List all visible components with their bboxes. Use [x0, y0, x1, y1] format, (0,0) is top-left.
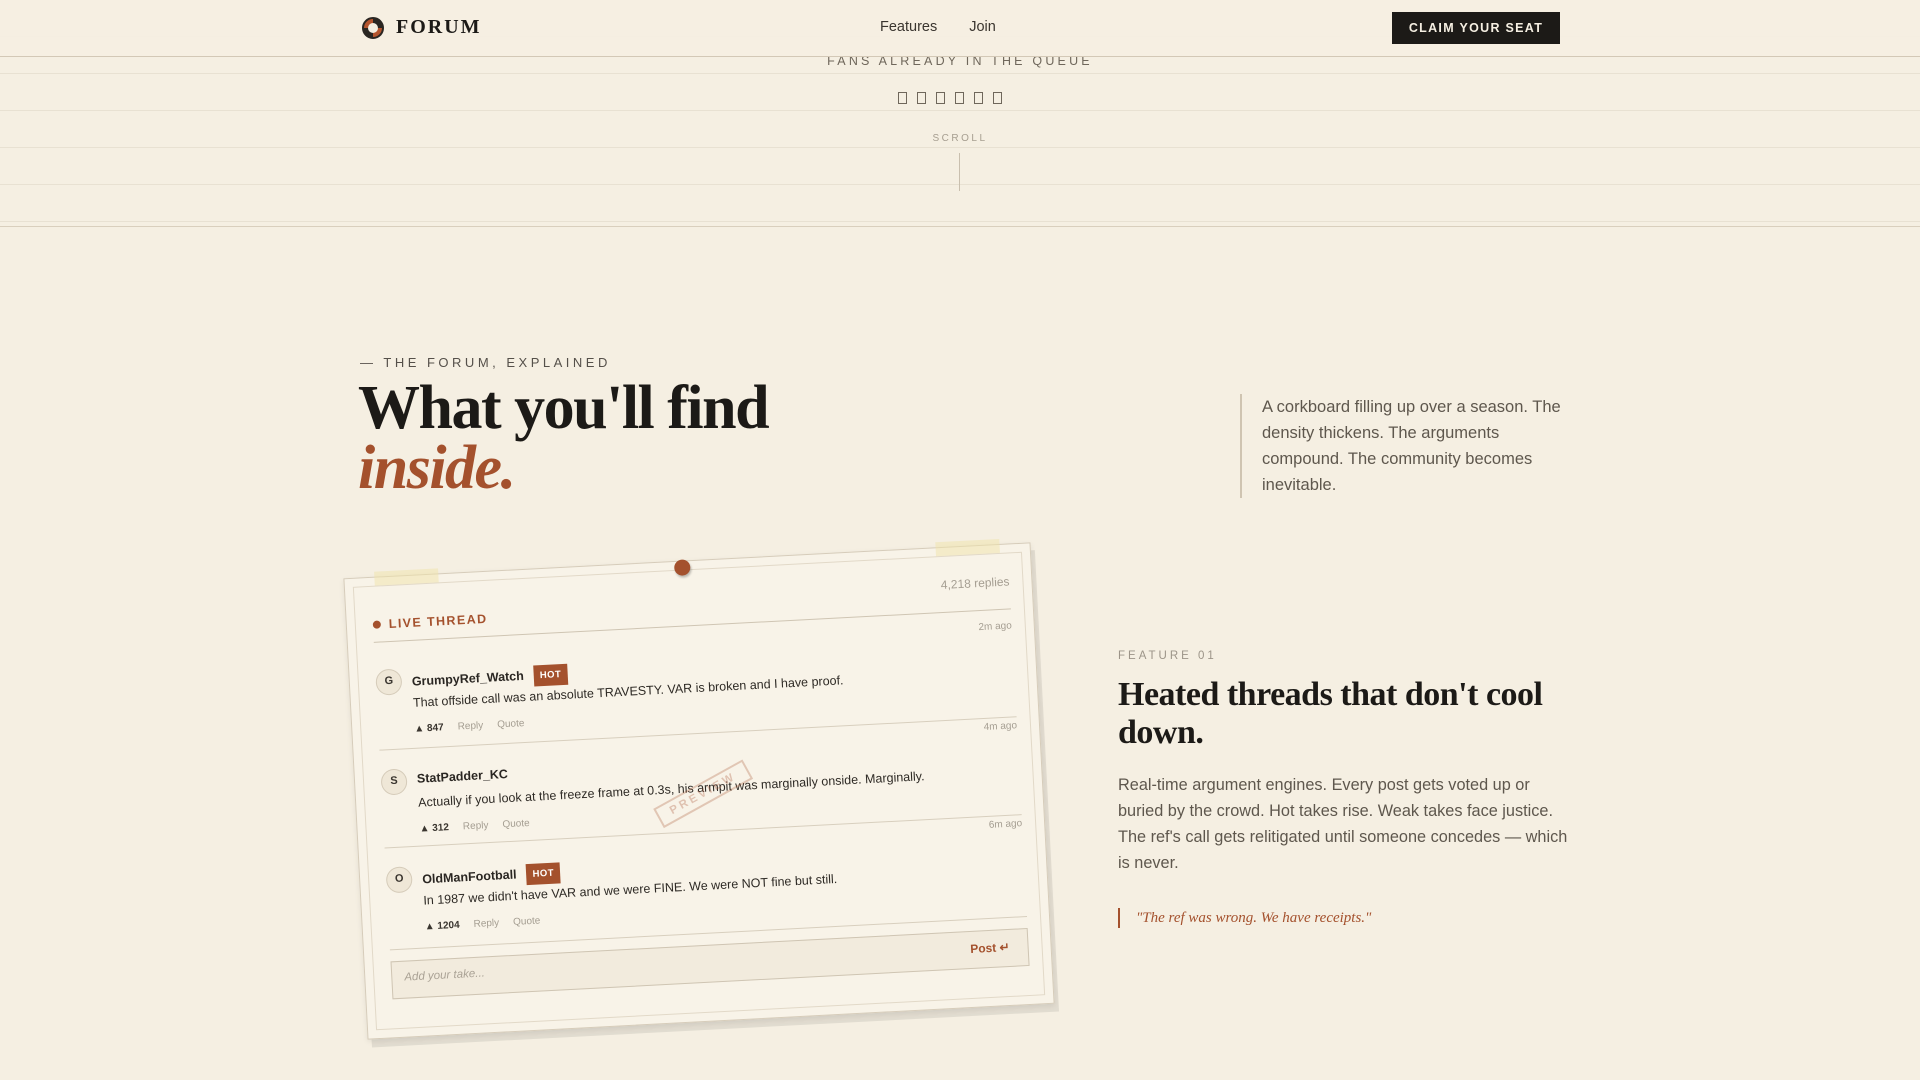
counter-box	[993, 92, 1002, 104]
section-intro: A corkboard filling up over a season. Th…	[1240, 394, 1582, 498]
feature-quote: "The ref was wrong. We have receipts."	[1118, 908, 1371, 928]
feature-label: FEATURE 01	[1118, 650, 1217, 662]
avatar[interactable]: G	[375, 668, 403, 696]
counter-boxes	[898, 92, 1002, 104]
counter-box	[898, 92, 907, 104]
post-button[interactable]: Post ↵	[964, 939, 1016, 958]
avatar[interactable]: O	[385, 866, 413, 894]
scroll-label: SCROLL	[932, 133, 988, 144]
card-paper: LIVE THREAD 4,218 replies 2m ago G Grump…	[343, 538, 1055, 1040]
section-eyebrow: — THE FORUM, EXPLAINED	[360, 355, 611, 370]
top-nav: FORUM Features Join CLAIM YOUR SEAT	[0, 0, 1920, 57]
claim-seat-button[interactable]: CLAIM YOUR SEAT	[1392, 12, 1560, 44]
post-time: 2m ago	[978, 620, 1013, 634]
post-author-name[interactable]: GrumpyRef_Watch	[412, 669, 525, 689]
counter-box	[936, 92, 945, 104]
upvote-button[interactable]: ▲ 312	[419, 822, 449, 835]
feature-description: Real-time argument engines. Every post g…	[1118, 776, 1568, 872]
quote-button[interactable]: Quote	[513, 915, 541, 927]
post-time: 6m ago	[988, 818, 1023, 831]
quote-button[interactable]: Quote	[502, 818, 530, 830]
reply-button[interactable]: Reply	[473, 918, 499, 930]
thread-preview-card: LIVE THREAD 4,218 replies 2m ago G Grump…	[343, 538, 1055, 1040]
brand-name: FORUM	[396, 16, 482, 38]
reply-button[interactable]: Reply	[463, 820, 489, 832]
section-title-accent: inside.	[358, 434, 516, 502]
section-title: What you'll find inside.	[358, 377, 770, 502]
nav-links: Features Join	[880, 19, 996, 35]
post-author[interactable]: OldManFootball HOT	[422, 862, 561, 890]
live-dot-icon	[372, 620, 382, 629]
avatar[interactable]: S	[380, 768, 408, 796]
post-time: 4m ago	[983, 720, 1018, 734]
counter-box	[974, 92, 983, 104]
post-author[interactable]: StatPadder_KC	[417, 767, 509, 786]
post-actions: ▲ 312 Reply Quote	[419, 818, 530, 835]
section-title-line1: What you'll find	[358, 374, 770, 442]
counter-box	[955, 92, 964, 104]
upvote-button[interactable]: ▲ 847	[414, 722, 444, 735]
quote-button[interactable]: Quote	[497, 718, 525, 730]
scroll-indicator-line	[959, 153, 960, 191]
feature-title: Heated threads that don't cool down.	[1118, 676, 1543, 751]
reply-button[interactable]: Reply	[457, 720, 483, 732]
post-author-name[interactable]: OldManFootball	[422, 867, 517, 886]
hot-badge: HOT	[533, 663, 568, 687]
upvote-button[interactable]: ▲ 1204	[424, 920, 459, 933]
hot-badge: HOT	[526, 862, 561, 886]
counter-box	[917, 92, 926, 104]
post-actions: ▲ 847 Reply Quote	[414, 718, 525, 735]
post-author-name[interactable]: StatPadder_KC	[417, 767, 509, 786]
football-icon	[362, 16, 384, 39]
nav-link-join[interactable]: Join	[969, 19, 996, 35]
post-actions: ▲ 1204 Reply Quote	[424, 915, 540, 932]
logo[interactable]: FORUM	[362, 16, 482, 39]
nav-link-features[interactable]: Features	[880, 19, 937, 35]
